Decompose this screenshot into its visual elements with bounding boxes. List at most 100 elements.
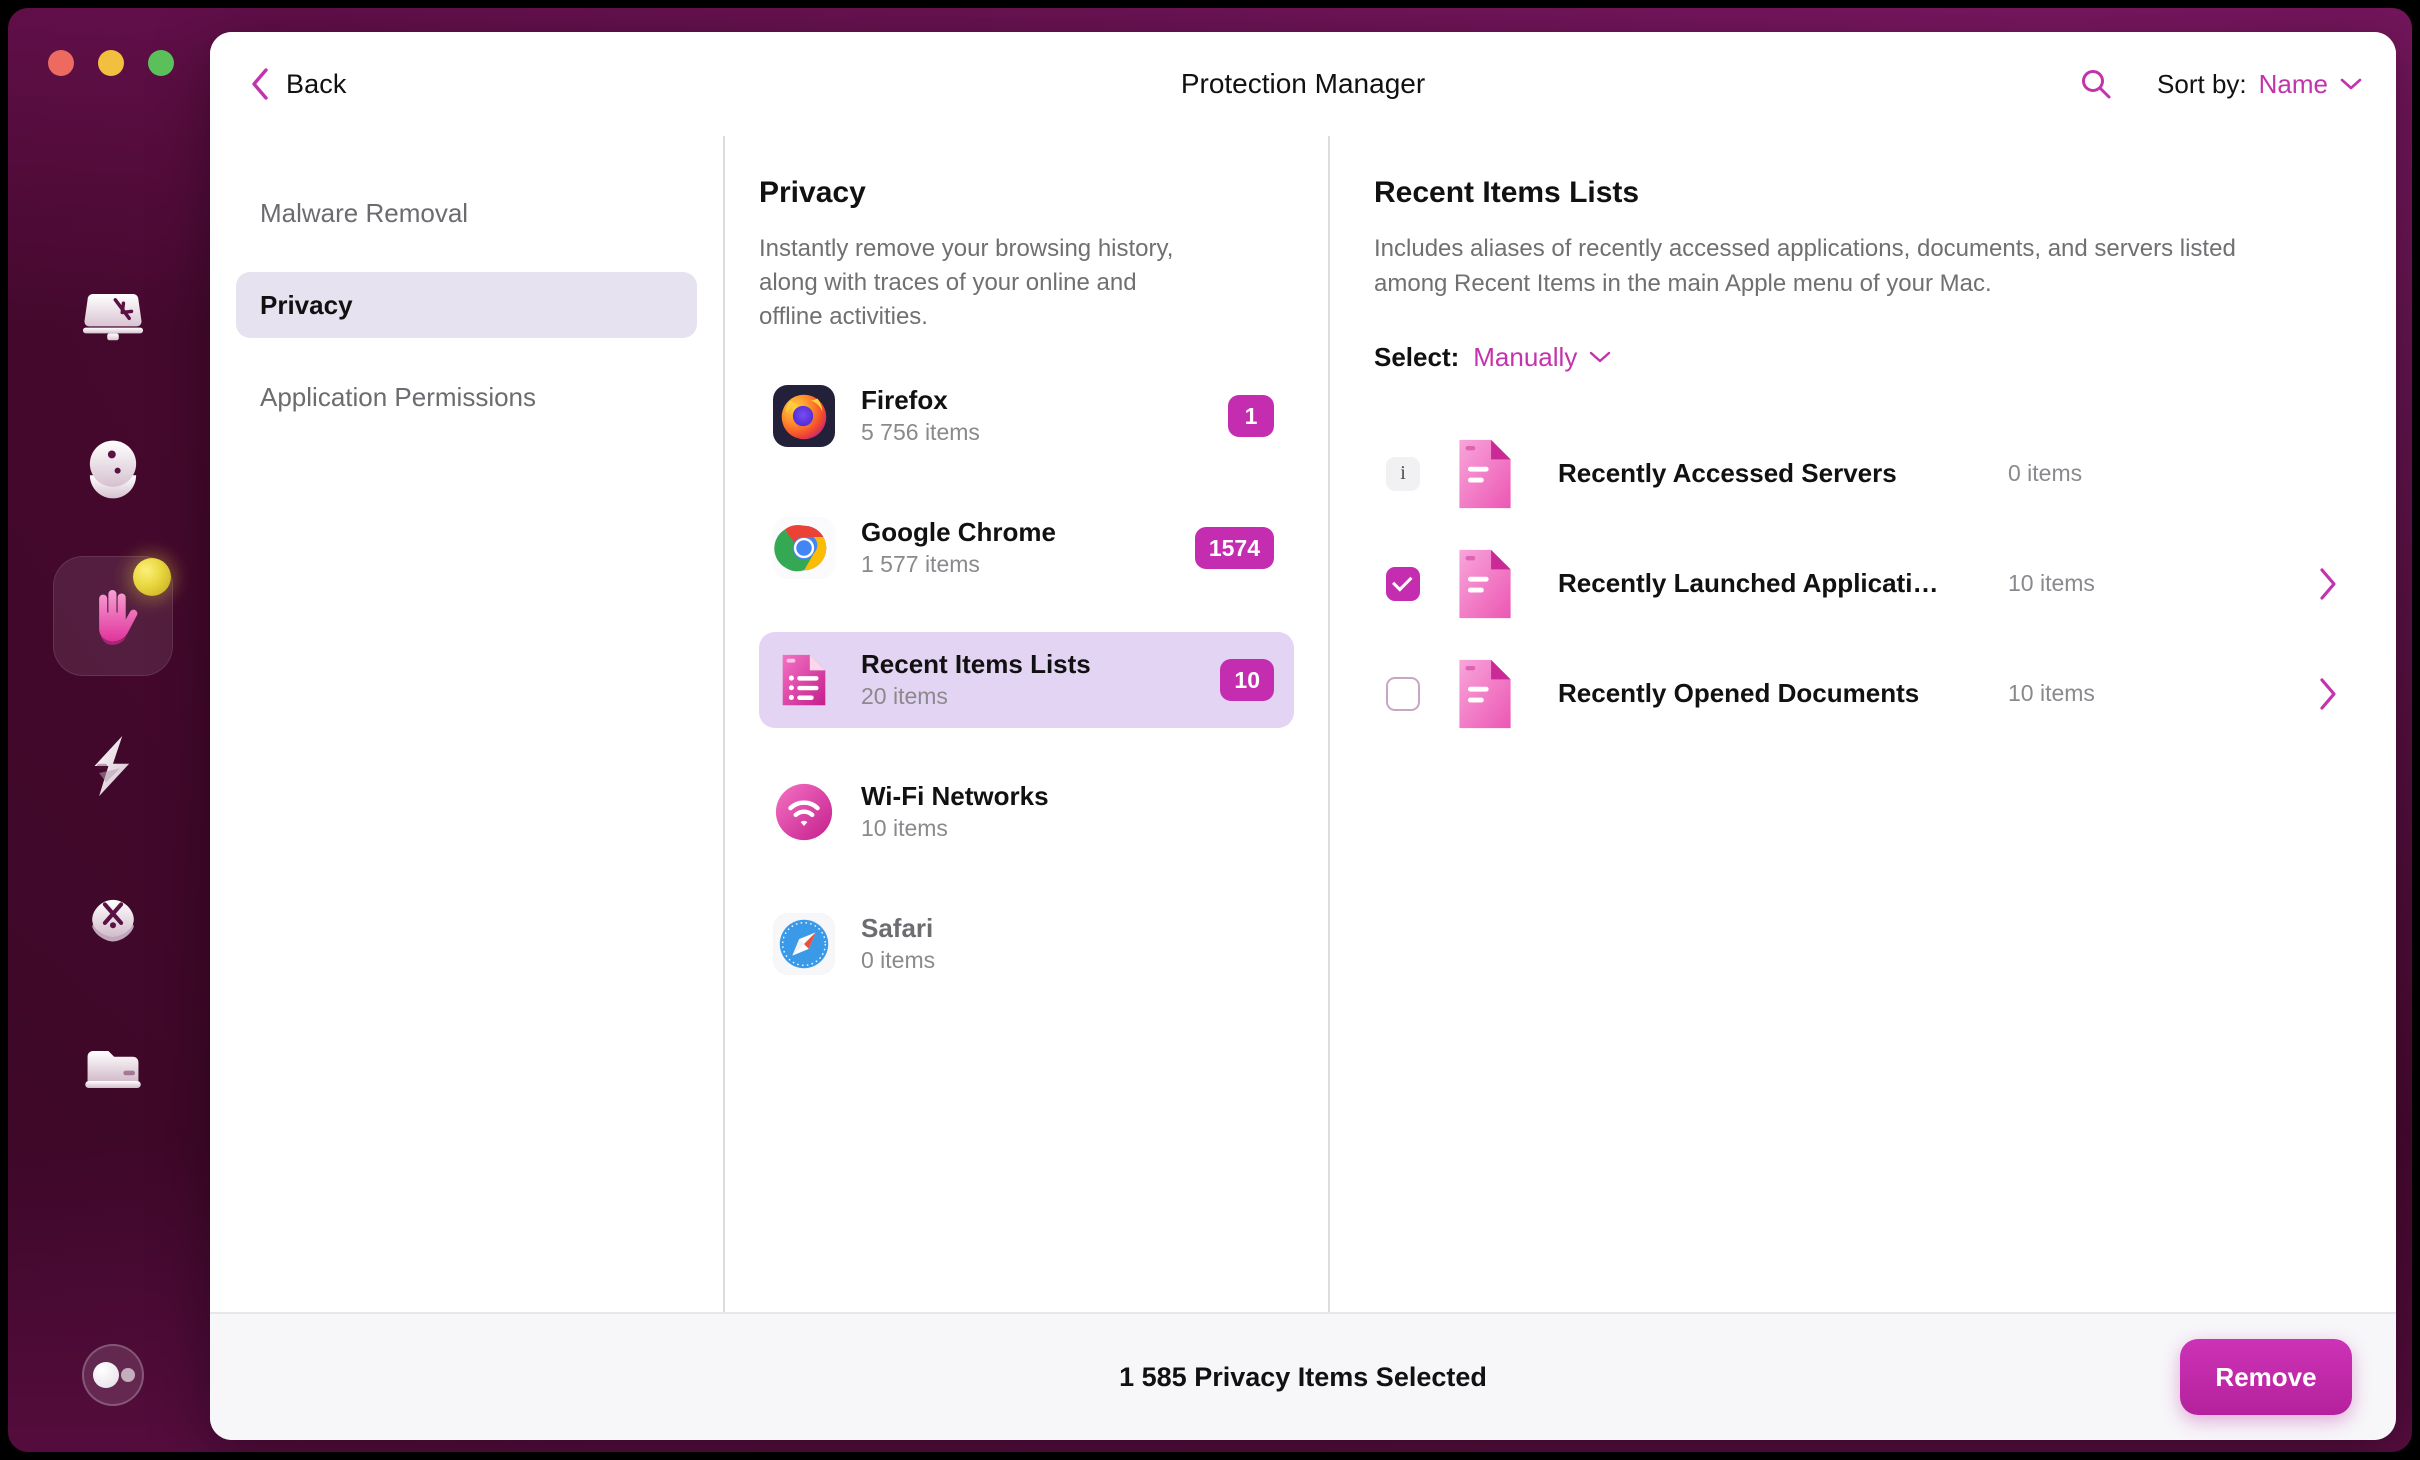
select-mode-value: Manually [1473, 341, 1578, 372]
privacy-category-column: Privacy Instantly remove your browsing h… [725, 136, 1328, 1312]
chrome-icon [773, 517, 835, 580]
dock-notification-badge [133, 558, 171, 596]
page-title: Protection Manager [1180, 68, 1426, 99]
close-window-button[interactable] [48, 50, 74, 76]
row-name: Recently Launched Applicati… [1558, 568, 1939, 599]
row-name: Recently Opened Documents [1558, 678, 1920, 709]
safari-icon [773, 913, 835, 976]
imac-icon [82, 294, 144, 341]
table-row[interactable]: Recently Launched Applicati… 10 items [1374, 529, 2352, 639]
sidebar-item-malware-removal[interactable]: Malware Removal [236, 180, 697, 246]
list-item-badge: 10 [1220, 659, 1274, 702]
select-mode-row: Select: Manually [1374, 342, 2352, 373]
chevron-down-icon [2340, 78, 2362, 90]
window-controls [48, 50, 174, 76]
chevron-right-icon[interactable] [2318, 677, 2338, 711]
list-item-selected[interactable]: Recent Items Lists 20 items 10 [759, 632, 1294, 729]
sidebar-item-label: Malware Removal [260, 197, 469, 228]
sidebar-item-privacy[interactable]: Privacy [236, 272, 697, 338]
table-row[interactable]: Recently Opened Documents 10 items [1374, 639, 2352, 749]
titlebar-actions: Sort by: Name [2079, 67, 2362, 101]
list-item-badge: 1574 [1194, 527, 1274, 570]
chevron-right-icon[interactable] [2318, 567, 2338, 601]
dock-item-mail-attachments[interactable] [53, 406, 173, 526]
list-item-count: 1 577 items [861, 550, 980, 577]
sort-by-control[interactable]: Sort by: Name [2157, 69, 2362, 100]
row-count: 10 items [2008, 680, 2095, 707]
zoom-window-button[interactable] [148, 50, 174, 76]
list-item-text: Wi-Fi Networks 10 items [861, 780, 1274, 844]
document-icon [1459, 439, 1511, 508]
window-footer: 1 585 Privacy Items Selected Remove [210, 1312, 2396, 1440]
back-button[interactable]: Back [250, 67, 346, 101]
document-icon [1459, 549, 1511, 618]
dock-item-privacy[interactable] [53, 556, 173, 676]
sidebar-item-label: Privacy [260, 289, 353, 320]
detail-title: Recent Items Lists [1374, 176, 1640, 209]
row-name: Recently Accessed Servers [1558, 458, 1897, 489]
lightning-bolt-icon [94, 735, 130, 797]
window-titlebar: Back Protection Manager Sort by: Name [210, 32, 2396, 136]
list-item[interactable]: Firefox 5 756 items 1 [759, 368, 1294, 464]
row-count: 10 items [2008, 570, 2095, 597]
sidebar-item-label: Application Permissions [260, 381, 537, 412]
table-row[interactable]: i Recently Accessed Servers 0 items [1374, 419, 2352, 529]
row-checkbox[interactable] [1386, 676, 1420, 711]
list-item-name: Wi-Fi Networks [861, 781, 1049, 812]
detail-panel: Recent Items Lists Includes aliases of r… [1330, 136, 2396, 1312]
list-item[interactable]: Safari 0 items [759, 896, 1294, 992]
list-item-text: Firefox 5 756 items [861, 384, 1228, 448]
app-dock-rail [16, 16, 210, 1452]
list-item-text: Google Chrome 1 577 items [861, 516, 1195, 580]
list-item[interactable]: Google Chrome 1 577 items 1574 [759, 500, 1294, 596]
row-control-slot [1374, 566, 1432, 601]
back-button-label: Back [286, 68, 347, 99]
remove-button[interactable]: Remove [2180, 1339, 2352, 1415]
list-item-count: 10 items [861, 814, 948, 841]
window-body: Malware Removal Privacy Application Perm… [210, 136, 2396, 1312]
list-item-text: Recent Items Lists 20 items [861, 648, 1220, 712]
sphere-icon [89, 440, 137, 499]
dock-item-assistant[interactable] [82, 1344, 144, 1406]
sidebar-item-application-permissions[interactable]: Application Permissions [236, 364, 697, 430]
row-checkbox[interactable] [1386, 566, 1420, 601]
row-control-slot: i [1374, 456, 1432, 491]
dock-item-uninstaller[interactable] [53, 856, 173, 976]
screen: Back Protection Manager Sort by: Name Ma… [0, 0, 2420, 1460]
list-item-name: Recent Items Lists [861, 649, 1091, 680]
select-mode-label: Select: [1374, 341, 1460, 372]
dock-item-system-junk[interactable] [53, 256, 173, 376]
info-icon[interactable]: i [1386, 456, 1420, 491]
sidebar-nav: Malware Removal Privacy Application Perm… [210, 136, 723, 1312]
section-description: Instantly remove your browsing history, … [759, 235, 1174, 331]
list-item-name: Google Chrome [861, 517, 1057, 548]
status-text: 1 585 Privacy Items Selected [1119, 1361, 1487, 1392]
list-item-name: Safari [861, 913, 934, 944]
wifi-icon [775, 784, 833, 841]
dock-item-list [16, 256, 210, 1156]
document-icon [1459, 659, 1511, 728]
search-icon[interactable] [2079, 67, 2113, 101]
list-item-badge: 1 [1228, 395, 1274, 438]
drive-icon [85, 1050, 141, 1088]
list-item-text: Safari 0 items [861, 912, 1274, 976]
protection-manager-window: Back Protection Manager Sort by: Name Ma… [210, 32, 2396, 1440]
chevron-left-icon [252, 68, 268, 100]
dock-item-shredder[interactable] [53, 1006, 173, 1126]
minimize-window-button[interactable] [98, 50, 124, 76]
recent-list-icon [782, 655, 826, 706]
desktop-background: Back Protection Manager Sort by: Name Ma… [8, 8, 2412, 1452]
section-title: Privacy [759, 176, 866, 209]
list-item[interactable]: Wi-Fi Networks 10 items [759, 764, 1294, 860]
detail-description: Includes aliases of recently accessed ap… [1374, 235, 2236, 297]
dock-item-optimization[interactable] [53, 706, 173, 826]
sort-by-label: Sort by: [2157, 68, 2247, 99]
list-item-count: 20 items [861, 682, 948, 709]
list-item-count: 5 756 items [861, 418, 980, 445]
chevron-down-icon [1590, 351, 1611, 363]
list-item-count: 0 items [861, 946, 936, 973]
dock-bottom-area [16, 1344, 210, 1406]
select-mode-dropdown[interactable]: Manually [1473, 342, 1611, 373]
row-control-slot [1374, 676, 1432, 711]
row-count: 0 items [2008, 460, 2083, 487]
